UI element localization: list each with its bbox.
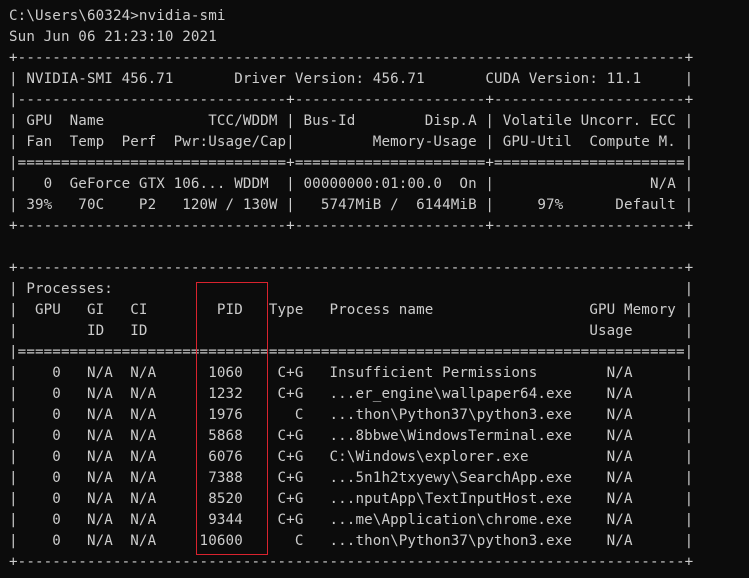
process-row: | 0 N/A N/A 8520 C+G ...nputApp\TextInpu… — [9, 491, 694, 507]
version-header-row: | NVIDIA-SMI 456.71 Driver Version: 456.… — [9, 71, 694, 87]
processes-double-separator: |=======================================… — [9, 344, 694, 360]
process-row: | 0 N/A N/A 1060 C+G Insufficient Permis… — [9, 365, 694, 381]
gpu-column-header-1: | GPU Name TCC/WDDM | Bus-Id Disp.A | Vo… — [9, 113, 694, 129]
process-row: | 0 N/A N/A 1976 C ...thon\Python37\pyth… — [9, 407, 694, 423]
process-row: | 0 N/A N/A 1232 C+G ...er_engine\wallpa… — [9, 386, 694, 402]
table-separator: |-------------------------------+-------… — [9, 92, 694, 108]
processes-column-header-1: | GPU GI CI PID Type Process name GPU Me… — [9, 302, 694, 318]
process-row: | 0 N/A N/A 6076 C+G C:\Windows\explorer… — [9, 449, 694, 465]
command-line: C:\Users\60324>nvidia-smi — [9, 8, 226, 24]
timestamp-line: Sun Jun 06 21:23:10 2021 — [9, 29, 217, 45]
gpu-info-row-2: | 39% 70C P2 120W / 130W | 5747MiB / 614… — [9, 197, 694, 213]
gpu-column-header-2: | Fan Temp Perf Pwr:Usage/Cap| Memory-Us… — [9, 134, 694, 150]
process-row: | 0 N/A N/A 5868 C+G ...8bbwe\WindowsTer… — [9, 428, 694, 444]
terminal-window[interactable]: C:\Users\60324>nvidia-smi Sun Jun 06 21:… — [0, 0, 749, 578]
gpu-info-row-1: | 0 GeForce GTX 106... WDDM | 00000000:0… — [9, 176, 694, 192]
table-border-top: +---------------------------------------… — [9, 50, 694, 66]
table-border-bottom: +-------------------------------+-------… — [9, 218, 694, 234]
processes-column-header-2: | ID ID Usage | — [9, 323, 694, 339]
processes-border-top: +---------------------------------------… — [9, 260, 694, 276]
process-row: | 0 N/A N/A 9344 C+G ...me\Application\c… — [9, 512, 694, 528]
processes-title: | Processes: | — [9, 281, 694, 297]
process-row: | 0 N/A N/A 7388 C+G ...5n1h2txyewy\Sear… — [9, 470, 694, 486]
process-row: | 0 N/A N/A 10600 C ...thon\Python37\pyt… — [9, 533, 694, 549]
processes-border-bottom: +---------------------------------------… — [9, 554, 694, 570]
table-double-separator: |===============================+=======… — [9, 155, 694, 171]
